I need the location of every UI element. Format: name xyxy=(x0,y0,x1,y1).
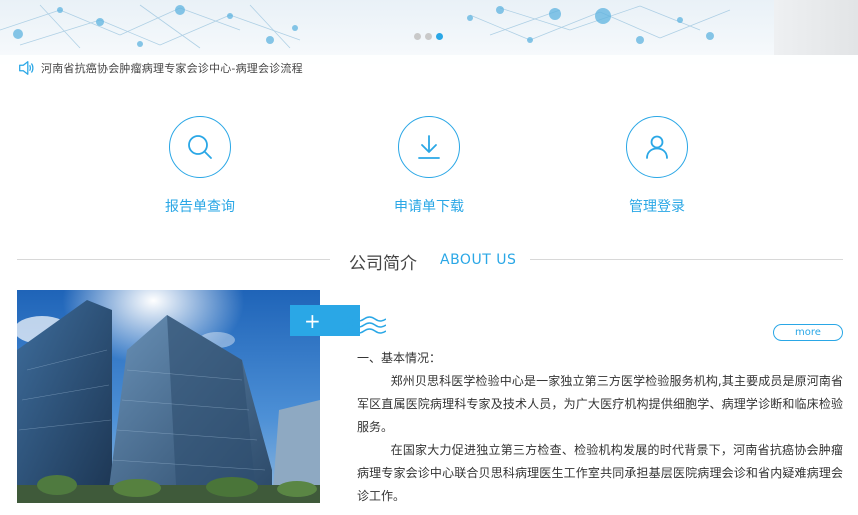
intro-paragraph-1: 郑州贝思科医学检验中心是一家独立第三方医学检验服务机构,其主要成员是原河南省军区… xyxy=(357,374,843,434)
wave-decoration-icon xyxy=(342,316,386,334)
form-download-icon-circle[interactable] xyxy=(398,116,460,178)
form-download-link[interactable]: 申请单下载 xyxy=(369,116,489,216)
report-query-link[interactable]: 报告单查询 xyxy=(140,116,260,216)
section-divider-right xyxy=(530,259,843,260)
company-intro: 一、基本情况： 郑州贝思科医学检验中心是一家独立第三方医学检验服务机构,其主要成… xyxy=(357,347,843,508)
carousel-dot-3[interactable] xyxy=(436,33,443,40)
building-image xyxy=(17,290,320,503)
report-query-label[interactable]: 报告单查询 xyxy=(140,196,260,216)
admin-login-link[interactable]: 管理登录 xyxy=(597,116,717,216)
intro-heading: 一、基本情况： xyxy=(357,351,442,365)
admin-login-label[interactable]: 管理登录 xyxy=(597,196,717,216)
speaker-icon xyxy=(19,60,34,75)
banner-photo-edge xyxy=(774,0,858,55)
plus-icon: + xyxy=(304,308,321,333)
carousel-dot-1[interactable] xyxy=(414,33,421,40)
admin-login-icon-circle[interactable] xyxy=(626,116,688,178)
carousel-dots xyxy=(414,33,443,40)
intro-paragraph-2: 在国家大力促进独立第三方检查、检验机构发展的时代背景下，河南省抗癌协会肿瘤病理专… xyxy=(357,443,843,503)
section-subtitle: ABOUT US xyxy=(440,252,517,268)
notice-bar: 河南省抗癌协会肿瘤病理专家会诊中心-病理会诊流程 xyxy=(0,55,858,80)
user-icon xyxy=(646,135,668,159)
notice-link[interactable]: 河南省抗癌协会肿瘤病理专家会诊中心-病理会诊流程 xyxy=(41,60,303,76)
download-icon xyxy=(418,135,440,159)
more-button[interactable]: more xyxy=(773,324,843,341)
carousel-dot-2[interactable] xyxy=(425,33,432,40)
form-download-label[interactable]: 申请单下载 xyxy=(369,196,489,216)
report-query-icon-circle[interactable] xyxy=(169,116,231,178)
section-title: 公司简介 xyxy=(349,254,417,274)
search-icon xyxy=(188,135,212,159)
company-building-photo xyxy=(17,290,320,503)
hero-banner[interactable]: 河南省抗癌协会肿瘤病理专家会诊中心-病理会诊流程 xyxy=(0,0,858,80)
section-divider-left xyxy=(17,259,330,260)
